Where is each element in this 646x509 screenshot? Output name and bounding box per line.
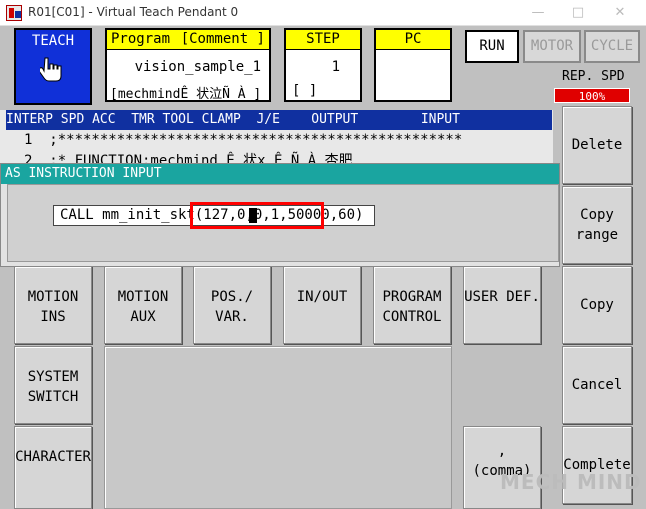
program-panel[interactable]: Program [Comment ] vision_sample_1 [mech… bbox=[105, 28, 271, 102]
instruction-input[interactable]: CALL mm_init_skt(127,0,0,1,50000,60) bbox=[53, 202, 375, 229]
user-def-button[interactable]: USER DEF. bbox=[463, 266, 541, 344]
delete-button[interactable]: Delete bbox=[562, 106, 632, 184]
pc-panel[interactable]: PC bbox=[374, 28, 452, 102]
program-label: Program bbox=[111, 31, 171, 47]
pos-var-button[interactable]: POS./ VAR. bbox=[193, 266, 271, 344]
motion-ins-button[interactable]: MOTION INS bbox=[14, 266, 92, 344]
program-comment: [mechmindÊ 状泣Ñ À ] bbox=[110, 87, 262, 102]
minimize-icon[interactable]: — bbox=[518, 0, 558, 26]
sub-menu-area bbox=[104, 346, 452, 509]
as-instruction-dialog: AS INSTRUCTION INPUT CALL mm_init_skt(12… bbox=[0, 163, 560, 267]
argument-highlight bbox=[190, 202, 324, 229]
comma-button[interactable]: , (comma) bbox=[463, 426, 541, 509]
pc-label: PC bbox=[376, 30, 450, 50]
title-bar: R01[C01] - Virtual Teach Pendant 0 — □ ✕ bbox=[0, 0, 646, 26]
watermark: MECH MIND bbox=[500, 470, 642, 494]
app-logo-icon bbox=[6, 5, 22, 21]
program-listing: INTERP SPD ACC TMR TOOL CLAMP J/E OUTPUT… bbox=[0, 110, 553, 166]
dialog-title: AS INSTRUCTION INPUT bbox=[1, 164, 559, 184]
program-name: vision_sample_1 bbox=[134, 59, 261, 75]
column-header: INTERP SPD ACC TMR TOOL CLAMP J/E OUTPUT… bbox=[6, 110, 552, 130]
close-icon[interactable]: ✕ bbox=[600, 0, 640, 26]
copy-button[interactable]: Copy bbox=[562, 266, 632, 344]
character-button[interactable]: CHARACTER bbox=[14, 426, 92, 509]
program-header: Program [Comment ] bbox=[107, 30, 269, 50]
teach-mode-button[interactable]: TEACH bbox=[14, 28, 92, 105]
in-out-button[interactable]: IN/OUT bbox=[283, 266, 361, 344]
comment-label: [Comment ] bbox=[180, 31, 265, 47]
copy-range-button[interactable]: Copy range bbox=[562, 186, 632, 264]
cycle-button[interactable]: CYCLE bbox=[584, 30, 640, 63]
system-switch-button[interactable]: SYSTEM SWITCH bbox=[14, 346, 92, 424]
motion-aux-button[interactable]: MOTION AUX bbox=[104, 266, 182, 344]
step-panel[interactable]: STEP 1 [ ] bbox=[284, 28, 362, 102]
step-number: 1 bbox=[331, 59, 340, 75]
maximize-icon[interactable]: □ bbox=[558, 0, 598, 26]
program-control-button[interactable]: PROGRAM CONTROL bbox=[373, 266, 451, 344]
step-bracket: [ ] bbox=[292, 83, 318, 99]
run-button[interactable]: RUN bbox=[465, 30, 519, 63]
motor-button[interactable]: MOTOR bbox=[523, 30, 581, 63]
program-line-1[interactable]: 1 ;*************************************… bbox=[24, 132, 462, 148]
instruction-command: CALL mm_init_skt bbox=[60, 207, 195, 223]
window-title: R01[C01] - Virtual Teach Pendant 0 bbox=[28, 5, 239, 19]
hand-icon bbox=[40, 57, 62, 82]
teach-label: TEACH bbox=[31, 33, 75, 49]
rep-spd-label: REP. SPD bbox=[562, 69, 625, 84]
step-label: STEP bbox=[286, 30, 360, 50]
cancel-button[interactable]: Cancel bbox=[562, 346, 632, 424]
rep-spd-value[interactable]: 100% bbox=[554, 88, 630, 103]
dialog-panel: CALL mm_init_skt(127,0,0,1,50000,60) bbox=[7, 184, 559, 262]
